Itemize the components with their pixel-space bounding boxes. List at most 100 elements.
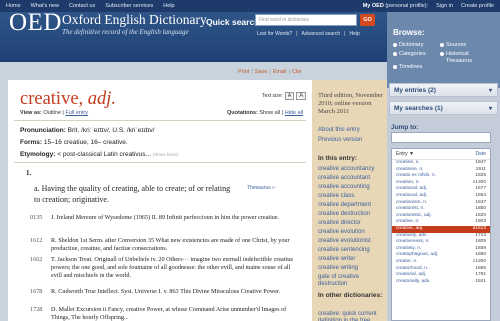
nav-help-link[interactable]: Help [163,3,174,9]
forms: Forms: 15–16 creatiue, 16– creative. [20,139,128,146]
list-item[interactable]: creative, adj. a1513 [392,225,490,233]
list-item-word: creational, adj. [396,186,428,192]
browse-timelines[interactable]: Timelines [393,64,422,71]
separator: | [251,69,253,75]
list-item[interactable]: creatorial, adj. 1791 [392,272,490,279]
my-searches-section[interactable]: My searches (1) ▾ [389,101,498,115]
sort-date-header[interactable]: Date [475,151,486,157]
quick-search-label: Quick search: [206,17,263,27]
my-entries-section[interactable]: My entries (2) ▾ [389,83,498,97]
quotations-hide-all[interactable]: Hide all [285,110,303,116]
in-entry-link[interactable]: creative writing [318,265,358,271]
list-item-word: creative, adj. [396,225,424,231]
nav-contact-link[interactable]: Contact us [69,3,95,9]
separator: | [344,31,346,37]
nav-subscriber-link[interactable]: Subscriber services [105,3,153,9]
about-entry-link[interactable]: About this entry [318,127,360,133]
browse-categories[interactable]: Categories [393,51,426,58]
list-item-date: 1791 [475,272,486,278]
view-outline-link[interactable]: Outline [43,110,60,116]
list-item[interactable]: creational, adj. 1677 [392,186,490,193]
divider [14,162,306,163]
list-item-date: 1841 [475,278,486,284]
list-item[interactable]: creatorially, adv. 1841 [392,279,490,286]
list-item[interactable]: creationist, n. 1850 [392,206,490,213]
quotation: 1728 D. Mallet Excursion ii Fancy, creati… [30,306,287,321]
list-header: Entry ▼ Date [392,149,490,160]
list-item-date: 1860 [475,252,486,258]
site-title: Oxford English Dictionary [62,12,207,27]
search-help-link[interactable]: Help [349,31,359,37]
list-item[interactable]: creativeness, n. 1805 [392,239,490,246]
text-size-label: Text size: [262,93,283,99]
text-size-control: Text size: A A [262,92,307,100]
site-subtitle: The definitive record of the English lan… [62,28,189,36]
list-item[interactable]: creatophagous, adj. 1860 [392,252,490,259]
thesaurus-link[interactable]: Thesaurus » [247,185,275,191]
other-dictionary-link[interactable]: creative: quick current definition in th… [318,311,388,321]
sort-entry-header[interactable]: Entry ▼ [396,151,414,157]
in-entry-link[interactable]: creative accountant [318,175,370,181]
in-entry-link[interactable]: creative evolutionist [318,238,371,244]
create-profile-link[interactable]: Create profile [461,3,494,9]
email-link[interactable]: Email [273,69,287,75]
list-item[interactable]: creative, n. 1903 [392,219,490,226]
text-size-small-button[interactable]: A [284,92,295,100]
jump-to-input[interactable] [391,132,491,143]
sense-number: 1. [26,169,32,177]
lost-for-words-link[interactable]: Lost for Words? [257,31,292,37]
browse-historical-thesaurus[interactable]: Historical Thesaurus [440,51,490,64]
in-entry-link[interactable]: creative department [318,202,371,208]
quotation: 1678 R. Cudworth True Intellect. Syst. Un… [30,288,281,295]
bullet-icon [393,52,397,56]
previous-version-link[interactable]: Previous version [318,137,362,143]
list-item-date: a1513 [472,225,486,231]
list-item-date: 1903 [475,219,486,225]
quotation: 1612 R. Sheldon 1st Serm. after Conversio… [30,237,290,252]
save-link[interactable]: Save [255,69,268,75]
bullet-icon [393,43,397,47]
list-item-date: 1825 [475,173,486,179]
cite-link[interactable]: Cite [292,69,302,75]
in-entry-link[interactable]: creative class [318,193,354,199]
pronunciation: Pronunciation: Brit. /kriːˈeɪtɪv/, U.S. … [20,127,155,134]
list-item[interactable]: creatio ex nihilo, n. 1825 [392,173,490,180]
in-entry-link[interactable]: creative writer [318,256,355,262]
list-item-word: creationist, n. [396,206,425,212]
quotations-show-all[interactable]: Show all [259,110,280,116]
chevron-down-icon: ▾ [488,106,492,112]
in-entry-link[interactable]: gate of creative destruction [318,274,384,288]
text-size-large-button[interactable]: A [296,92,307,100]
edition-info: Third edition, November 2010; online ver… [318,92,383,115]
view-as-control: View as: Outline | Full entry [20,110,89,116]
quotation: 1662 T. Jackson Treat. Originall of Unbel… [30,256,294,279]
in-entry-link[interactable]: creative accounting [318,184,370,190]
print-link[interactable]: Print [238,69,249,75]
in-entry-link[interactable]: creative accountancy [318,166,374,172]
in-entry-link[interactable]: creative evolution [318,229,365,235]
list-item[interactable]: creatine, n. 1847 [392,160,490,167]
in-entry-link[interactable]: creative destruction [318,211,370,217]
oed-logo[interactable]: OED [9,9,62,37]
etymology: Etymology: < post-classical Latin creati… [20,151,179,158]
separator: | [269,69,271,75]
sign-in-link[interactable]: Sign in [436,3,453,9]
list-item-word: creator, n. [396,258,418,264]
view-full-entry-link[interactable]: Full entry [65,110,88,116]
go-button[interactable]: GO [360,14,375,26]
in-entry-link[interactable]: creative sentencing [318,247,370,253]
browse-sources[interactable]: Sources [440,42,466,49]
other-dictionaries-title: In other dictionaries: [318,292,383,299]
browse-title: Browse: [393,28,425,37]
etymology-show-more[interactable]: (Show More) [153,152,179,157]
browse-dictionary[interactable]: Dictionary [393,42,423,49]
list-item-date: 1677 [475,186,486,192]
chevron-down-icon: ▾ [488,88,492,94]
list-item-word: creative, n. [396,219,420,225]
in-this-entry-title: In this entry: [318,155,358,162]
advanced-search-link[interactable]: Advanced search [302,31,341,37]
list-item[interactable]: creator, n. c1300 [392,259,490,266]
in-entry-link[interactable]: creative director [318,220,361,226]
list-item[interactable]: creational, adj. 1854 [392,193,490,200]
quick-search-input[interactable]: Find word in dictionary [255,14,357,26]
